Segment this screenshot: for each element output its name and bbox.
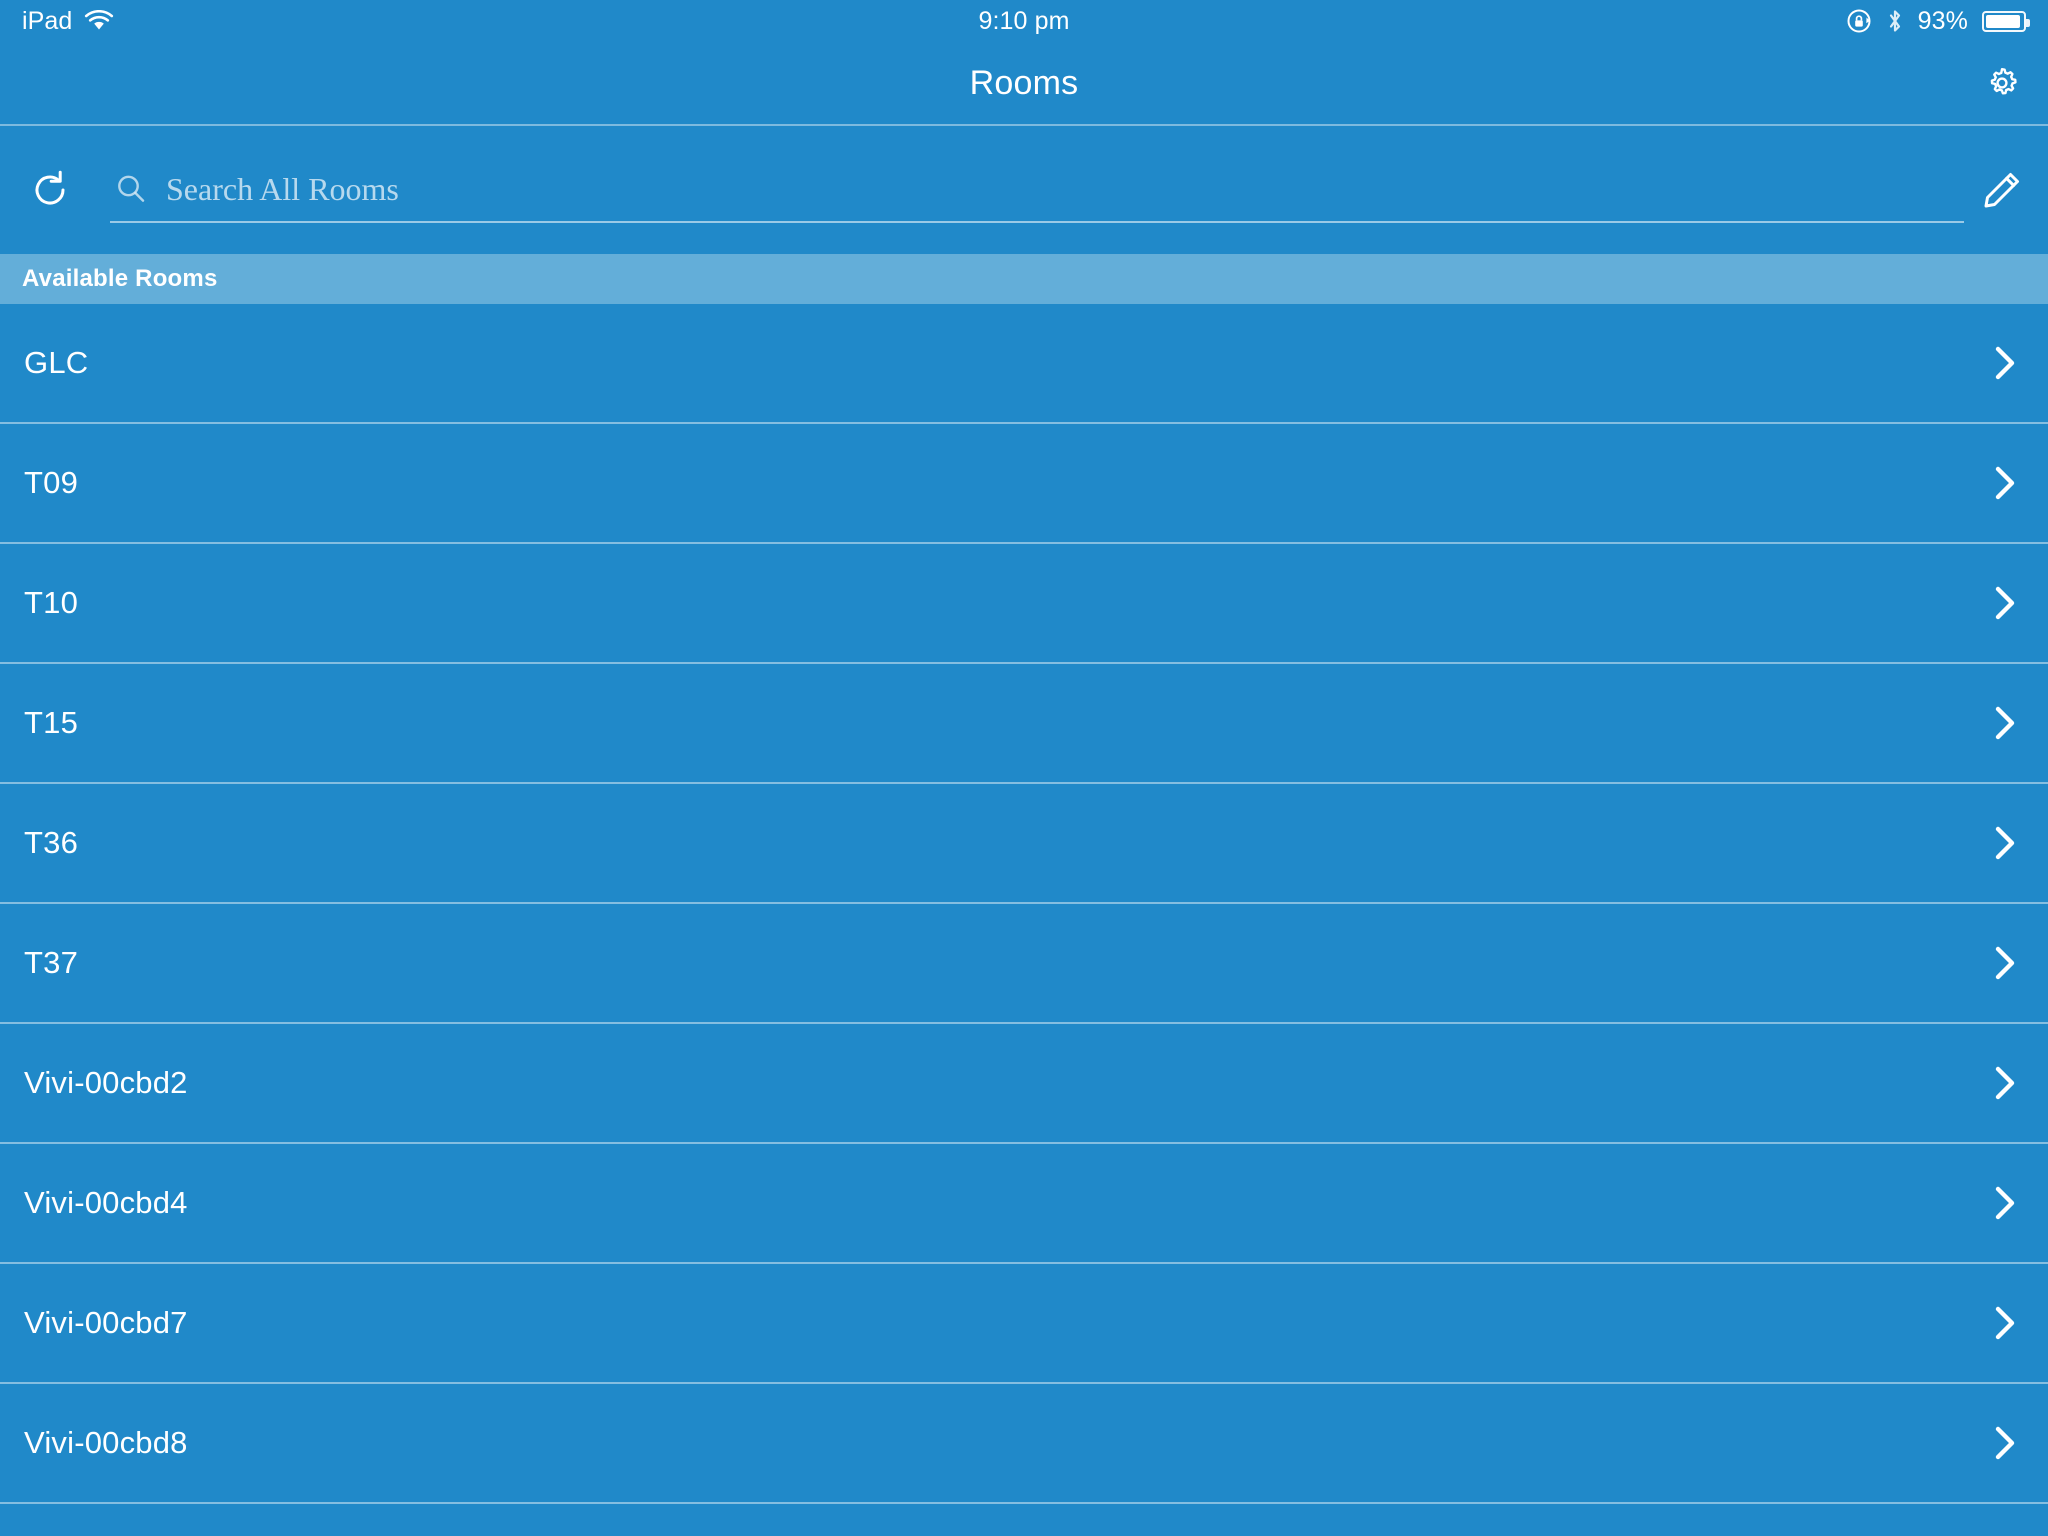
rotation-lock-icon: [1846, 8, 1872, 34]
battery-icon: [1982, 10, 2030, 32]
chevron-right-icon: [1988, 341, 2022, 385]
edit-button[interactable]: [1976, 164, 2028, 216]
battery-percent-label: 93%: [1917, 6, 1968, 35]
status-bar-left: iPad: [22, 7, 114, 36]
room-name-label: GLC: [24, 345, 89, 380]
chevron-right-icon: [1988, 581, 2022, 625]
room-list-item[interactable]: T37: [0, 904, 2048, 1024]
room-name-label: Vivi-00cbd2: [24, 1065, 188, 1100]
room-list-item[interactable]: Vivi-00cbd8: [0, 1384, 2048, 1504]
room-list-item[interactable]: T36: [0, 784, 2048, 904]
status-bar-right: 93%: [1846, 6, 2030, 36]
chevron-right-icon: [1988, 1301, 2022, 1345]
bluetooth-icon: [1886, 8, 1904, 34]
room-name-label: T36: [24, 825, 79, 860]
chevron-right-icon: [1988, 1421, 2022, 1465]
room-name-label: T10: [24, 585, 79, 620]
section-header-available-rooms: Available Rooms: [0, 254, 2048, 304]
room-name-label: Vivi-00cbd8: [24, 1425, 188, 1460]
search-bar: [0, 126, 2048, 254]
gear-icon[interactable]: [1982, 63, 2022, 103]
device-label: iPad: [22, 6, 73, 35]
status-bar-time: 9:10 pm: [978, 6, 1070, 35]
search-icon: [114, 172, 148, 206]
page-title: Rooms: [969, 63, 1079, 102]
chevron-right-icon: [1988, 1181, 2022, 1225]
chevron-right-icon: [1988, 461, 2022, 505]
refresh-icon: [27, 167, 73, 213]
room-list-item[interactable]: Vivi-00cbd2: [0, 1024, 2048, 1144]
section-header-label: Available Rooms: [22, 265, 218, 292]
room-name-label: T15: [24, 705, 79, 740]
chevron-right-icon: [1988, 941, 2022, 985]
nav-bar: Rooms: [0, 42, 2048, 126]
search-input[interactable]: [166, 170, 1964, 208]
search-field[interactable]: [110, 157, 1964, 223]
room-list-item[interactable]: T10: [0, 544, 2048, 664]
room-name-label: T09: [24, 465, 79, 500]
room-list-item[interactable]: T09: [0, 424, 2048, 544]
room-list-item[interactable]: Vivi-00cbd7: [0, 1264, 2048, 1384]
chevron-right-icon: [1988, 701, 2022, 745]
pencil-icon: [1980, 168, 2024, 212]
room-list-item[interactable]: T15: [0, 664, 2048, 784]
chevron-right-icon: [1988, 1061, 2022, 1105]
room-list-item[interactable]: GLC: [0, 304, 2048, 424]
room-name-label: Vivi-00cbd4: [24, 1185, 188, 1220]
status-bar: iPad 9:10 pm 93%: [0, 0, 2048, 42]
room-list: GLC T09 T10 T15 T36 T37 Vivi-00cbd2 Vivi-00cbd4…: [0, 304, 2048, 1504]
room-name-label: Vivi-00cbd7: [24, 1305, 188, 1340]
room-name-label: T37: [24, 945, 79, 980]
nav-bar-right: [1982, 63, 2022, 103]
room-list-item[interactable]: Vivi-00cbd4: [0, 1144, 2048, 1264]
battery-fill: [1986, 14, 2020, 28]
wifi-icon: [84, 9, 114, 32]
refresh-button[interactable]: [22, 162, 78, 218]
chevron-right-icon: [1988, 821, 2022, 865]
